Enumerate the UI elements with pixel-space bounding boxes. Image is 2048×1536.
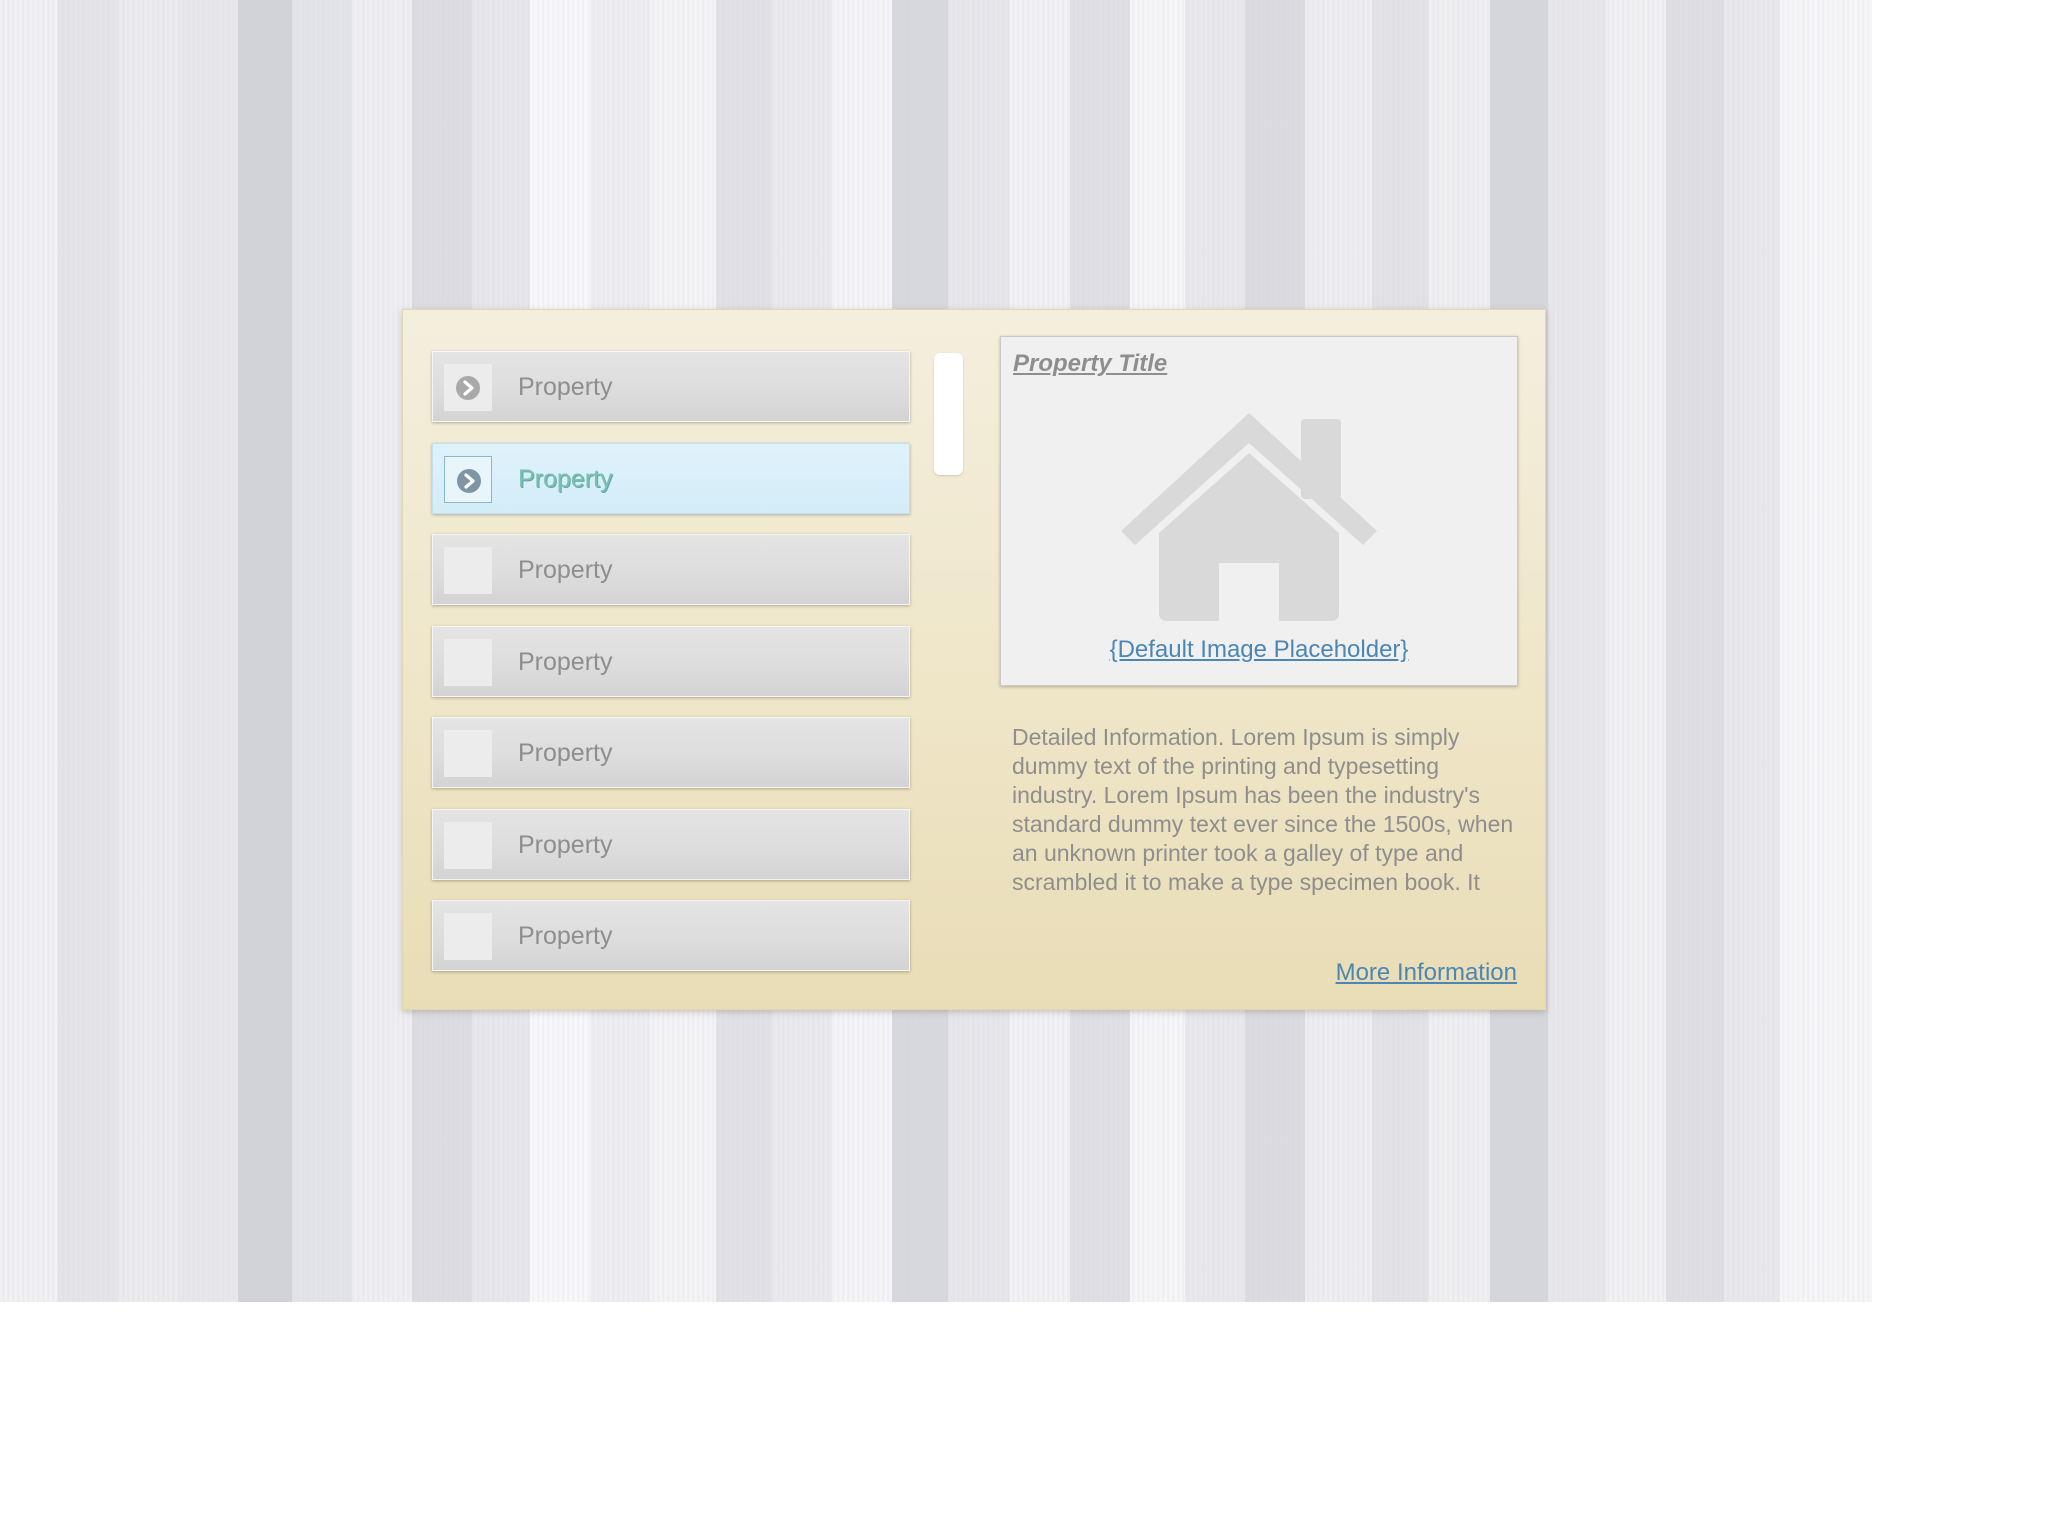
more-information-link[interactable]: More Information [1336,958,1517,988]
item-thumbnail [444,456,492,503]
chevron-right-circle-icon [457,469,481,493]
detailed-information-text: Detailed Information. Lorem Ipsum is sim… [1012,724,1514,901]
property-list-item[interactable]: Property [432,717,910,788]
list-scrollbar[interactable] [934,353,963,475]
property-list-item[interactable]: Property [432,351,910,422]
property-item-label: Property [518,739,613,767]
item-thumbnail [444,822,492,869]
property-item-label: Property [518,922,613,950]
item-thumbnail [444,730,492,777]
item-thumbnail [444,547,492,594]
property-list-item[interactable]: Property [432,626,910,697]
property-list-item[interactable]: Property [432,443,910,514]
item-thumbnail [444,639,492,686]
default-image-placeholder-link: {Default Image Placeholder} [1001,635,1517,665]
property-list-item[interactable]: Property [432,534,910,605]
item-thumbnail [444,913,492,960]
property-list-item[interactable]: Property [432,809,910,880]
property-panel: Property Property Property Property Property… [402,309,1546,1010]
property-item-label: Property [518,556,613,584]
property-item-label: Property [518,648,613,676]
property-item-label: Property [518,831,613,859]
chevron-right-circle-icon [456,376,480,400]
placeholder-link-text[interactable]: {Default Image Placeholder} [1110,636,1409,663]
item-thumbnail [444,364,492,411]
property-list-item[interactable]: Property [432,900,910,971]
property-preview-card: Property Title {Default Image Placeholde… [1000,336,1518,686]
property-item-label: Property [518,373,613,401]
property-title: Property Title [1013,350,1168,377]
property-item-label: Property [518,465,613,493]
house-icon [1121,413,1377,621]
